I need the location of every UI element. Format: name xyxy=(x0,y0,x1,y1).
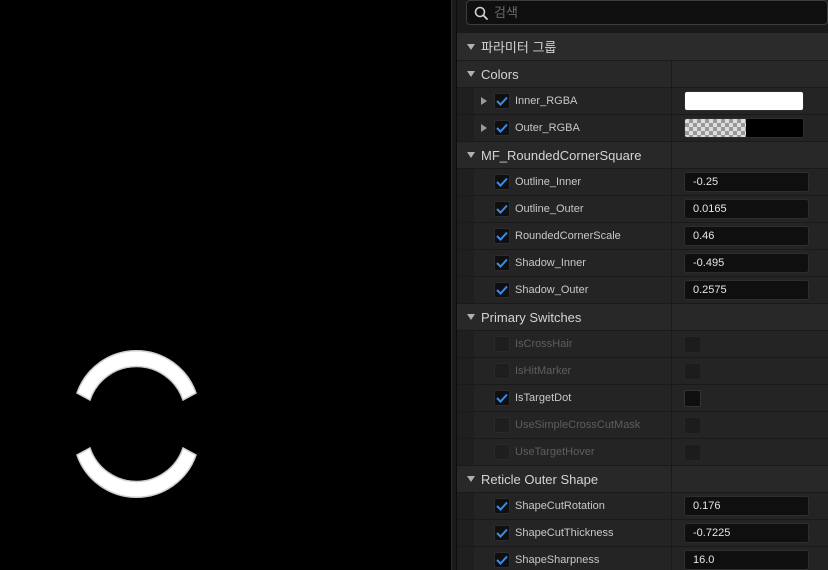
collapse-arrow-icon[interactable] xyxy=(457,43,481,51)
param-value-input[interactable]: 16.0 xyxy=(684,550,809,570)
checkmark-icon xyxy=(496,204,508,214)
checkmark-icon xyxy=(496,528,508,538)
param-enable-checkbox[interactable] xyxy=(494,201,510,217)
switch-value-checkbox[interactable] xyxy=(684,362,701,380)
section-title: Colors xyxy=(481,66,519,82)
switch-value-checkbox[interactable] xyxy=(684,416,701,434)
param-enable-checkbox[interactable] xyxy=(494,228,510,244)
param-name: Inner_RGBA xyxy=(515,95,578,107)
param-row: ShapeSharpness 16.0 xyxy=(457,546,828,570)
switch-value-checkbox[interactable] xyxy=(684,389,701,407)
param-value-input[interactable]: -0.25 xyxy=(684,172,809,192)
reticle-top-arc xyxy=(76,349,197,402)
param-name: Shadow_Inner xyxy=(515,257,586,269)
param-value-input[interactable]: -0.7225 xyxy=(684,523,809,543)
section-title: Reticle Outer Shape xyxy=(481,471,599,487)
switch-value-checkbox[interactable] xyxy=(684,443,701,461)
checkmark-icon xyxy=(496,96,508,106)
param-enable-checkbox[interactable] xyxy=(494,363,510,379)
param-value-input[interactable]: 0.176 xyxy=(684,496,809,516)
param-enable-checkbox[interactable] xyxy=(494,282,510,298)
checkmark-icon xyxy=(496,177,508,187)
expand-arrow-icon[interactable] xyxy=(474,96,494,106)
param-row: UseTargetHover xyxy=(457,438,828,465)
param-row: UseSimpleCrossCutMask xyxy=(457,411,828,438)
param-name: UseSimpleCrossCutMask xyxy=(515,419,641,431)
param-row: ShapeCutThickness -0.7225 xyxy=(457,519,828,546)
checkmark-icon xyxy=(496,123,508,133)
param-enable-checkbox[interactable] xyxy=(494,525,510,541)
param-row: RoundedCornerScale 0.46 xyxy=(457,222,828,249)
param-name: Outline_Inner xyxy=(515,176,582,188)
param-row: Outline_Inner -0.25 xyxy=(457,168,828,195)
section-colors[interactable]: Colors xyxy=(457,60,828,87)
checkmark-icon xyxy=(496,555,508,565)
param-name: ShapeSharpness xyxy=(515,554,600,566)
param-enable-checkbox[interactable] xyxy=(494,498,510,514)
param-row: Shadow_Inner -0.495 xyxy=(457,249,828,276)
parameter-group-header[interactable]: 파라미터 그룹 xyxy=(457,32,828,60)
expand-arrow-icon[interactable] xyxy=(474,123,494,133)
param-enable-checkbox[interactable] xyxy=(494,120,510,136)
checkmark-icon xyxy=(496,231,508,241)
param-row-inner-rgba: Inner_RGBA xyxy=(457,87,828,114)
param-row: IsCrossHair xyxy=(457,330,828,357)
param-enable-checkbox[interactable] xyxy=(494,255,510,271)
param-enable-checkbox[interactable] xyxy=(494,390,510,406)
details-panel: 파라미터 그룹 Colors Inner_RGBA xyxy=(457,0,828,570)
switch-value-checkbox[interactable] xyxy=(684,335,701,353)
reticle-preview xyxy=(76,349,197,499)
param-row: IsTargetDot xyxy=(457,384,828,411)
section-rounded-corner-square[interactable]: MF_RoundedCornerSquare xyxy=(457,141,828,168)
material-preview-viewport[interactable] xyxy=(0,0,451,570)
search-input[interactable] xyxy=(494,5,814,20)
collapse-arrow-icon[interactable] xyxy=(457,313,481,321)
param-row: Shadow_Outer 0.2575 xyxy=(457,276,828,303)
collapse-arrow-icon[interactable] xyxy=(457,475,481,483)
section-reticle-outer-shape[interactable]: Reticle Outer Shape xyxy=(457,465,828,492)
section-title: Primary Switches xyxy=(481,309,582,325)
param-name: IsCrossHair xyxy=(515,338,573,350)
search-box[interactable] xyxy=(466,0,828,25)
param-row-outer-rgba: Outer_RGBA xyxy=(457,114,828,141)
param-enable-checkbox[interactable] xyxy=(494,93,510,109)
param-name: ShapeCutThickness xyxy=(515,527,614,539)
param-row: ShapeCutRotation 0.176 xyxy=(457,492,828,519)
param-enable-checkbox[interactable] xyxy=(494,444,510,460)
inner-rgba-color-swatch[interactable] xyxy=(684,91,804,111)
param-name: IsTargetDot xyxy=(515,392,572,404)
param-row: IsHitMarker xyxy=(457,357,828,384)
search-icon xyxy=(474,6,488,20)
param-name: RoundedCornerScale xyxy=(515,230,621,242)
param-name: Outline_Outer xyxy=(515,203,584,215)
param-name: Outer_RGBA xyxy=(515,122,580,134)
checkmark-icon xyxy=(496,285,508,295)
section-primary-switches[interactable]: Primary Switches xyxy=(457,303,828,330)
parameter-group-title: 파라미터 그룹 xyxy=(481,40,557,55)
param-enable-checkbox[interactable] xyxy=(494,336,510,352)
outer-rgba-color-swatch[interactable] xyxy=(684,118,804,138)
param-enable-checkbox[interactable] xyxy=(494,552,510,568)
param-enable-checkbox[interactable] xyxy=(494,417,510,433)
section-title: MF_RoundedCornerSquare xyxy=(481,147,642,163)
param-name: Shadow_Outer xyxy=(515,284,589,296)
search-row xyxy=(457,0,828,31)
collapse-arrow-icon[interactable] xyxy=(457,70,481,78)
param-name: UseTargetHover xyxy=(515,446,595,458)
param-value-input[interactable]: 0.0165 xyxy=(684,199,809,219)
param-value-input[interactable]: 0.46 xyxy=(684,226,809,246)
param-value-input[interactable]: 0.2575 xyxy=(684,280,809,300)
reticle-bottom-arc xyxy=(76,446,197,499)
param-value-input[interactable]: -0.495 xyxy=(684,253,809,273)
param-enable-checkbox[interactable] xyxy=(494,174,510,190)
checkmark-icon xyxy=(496,258,508,268)
checkmark-icon xyxy=(496,501,508,511)
collapse-arrow-icon[interactable] xyxy=(457,151,481,159)
param-name: IsHitMarker xyxy=(515,365,572,377)
checkmark-icon xyxy=(496,393,508,403)
param-name: ShapeCutRotation xyxy=(515,500,605,512)
param-row: Outline_Outer 0.0165 xyxy=(457,195,828,222)
